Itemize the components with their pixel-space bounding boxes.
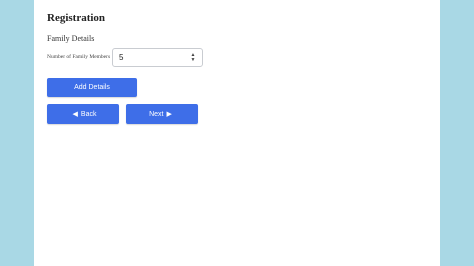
registration-card: Registration Family Details Number of Fa… (34, 0, 440, 266)
add-details-button[interactable]: Add Details (47, 78, 137, 97)
add-details-label: Add Details (74, 84, 110, 91)
family-members-label: Number of Family Members (47, 54, 111, 60)
arrow-right-icon: ▶ (166, 111, 172, 118)
page-title: Registration (47, 12, 106, 24)
family-members-value: 5 (119, 53, 124, 62)
spinner-arrows-icon[interactable]: ▲ ▼ (190, 53, 196, 63)
section-heading: Family Details (47, 34, 95, 43)
family-members-input[interactable]: 5 ▲ ▼ (112, 48, 203, 67)
back-label: Back (80, 110, 97, 118)
back-button[interactable]: ◀ Back (47, 104, 119, 124)
arrow-left-icon: ◀ (72, 111, 78, 118)
next-label: Next (149, 110, 164, 118)
next-button[interactable]: Next ▶ (126, 104, 198, 124)
